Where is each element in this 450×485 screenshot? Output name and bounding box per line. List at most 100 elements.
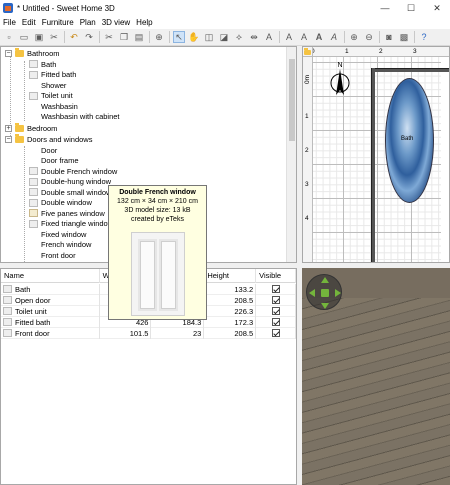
select-icon[interactable]: ↖ <box>173 31 185 43</box>
create-dimensions-icon[interactable]: ⇹ <box>248 31 260 43</box>
3d-navigation-control[interactable] <box>306 274 342 310</box>
table-row[interactable]: Front door 101.5 23 208.5 <box>1 328 297 339</box>
visible-checkbox[interactable] <box>271 318 280 326</box>
bath-label: Bath <box>401 136 414 142</box>
cell-height: 226.3 <box>204 306 257 317</box>
ruler-corner <box>303 47 313 57</box>
save-icon[interactable]: ▣ <box>33 31 45 43</box>
arrow-up-icon[interactable] <box>321 277 329 283</box>
catalog-item-washbasin[interactable]: Washbasin <box>29 101 78 112</box>
visible-checkbox[interactable] <box>271 296 280 304</box>
arrow-left-icon[interactable] <box>309 289 315 297</box>
visible-checkbox[interactable] <box>271 307 280 315</box>
bath-icon <box>29 60 38 69</box>
catalog-scrollbar[interactable] <box>286 47 296 262</box>
pan-icon[interactable]: ✋ <box>188 31 200 43</box>
toolbar-separator <box>414 31 415 43</box>
row-name: Open door <box>15 296 51 305</box>
menu-3d-view[interactable]: 3D view <box>102 18 130 27</box>
catalog-item-double-french-window[interactable]: Double French window <box>29 166 117 177</box>
copy-icon[interactable]: ❐ <box>118 31 130 43</box>
create-labels-icon[interactable]: A <box>263 31 275 43</box>
expand-icon[interactable]: + <box>5 124 12 132</box>
decrease-text-icon[interactable]: A <box>298 31 310 43</box>
catalog-item-front-door[interactable]: Front door <box>29 250 76 261</box>
catalog-item-fixed-window[interactable]: Fixed window <box>29 229 86 240</box>
column-header-visible[interactable]: Visible <box>256 269 297 283</box>
add-furniture-icon[interactable]: ⊕ <box>153 31 165 43</box>
wall[interactable] <box>374 68 449 72</box>
wall[interactable] <box>371 68 375 262</box>
undo-icon[interactable]: ↶ <box>68 31 80 43</box>
catalog-item-label: Washbasin <box>41 101 78 111</box>
door-icon <box>3 296 12 304</box>
cell-height: 208.5 <box>204 295 257 306</box>
catalog-category-doors-and-windows[interactable]: − Doors and windows <box>5 133 92 145</box>
catalog-item-washbasin-with-cabinet[interactable]: Washbasin with cabinet <box>29 112 120 123</box>
window-icon <box>29 198 38 207</box>
door-icon <box>29 146 38 154</box>
minimize-button[interactable]: — <box>372 0 398 16</box>
catalog-item-five-panes-window[interactable]: Five panes window <box>29 208 105 219</box>
help-icon[interactable]: ? <box>418 31 430 43</box>
catalog-item-double-window[interactable]: Double window <box>29 198 92 209</box>
arrow-right-icon[interactable] <box>335 289 341 297</box>
catalog-item-shower[interactable]: Shower <box>29 80 66 91</box>
menu-bar: File Edit Furniture Plan 3D view Help <box>0 16 450 29</box>
collapse-icon[interactable]: − <box>5 49 12 57</box>
catalog-item-label: Fitted bath <box>41 70 77 80</box>
door-icon <box>29 251 38 259</box>
cut-icon[interactable]: ✂ <box>103 31 115 43</box>
zoom-out-icon[interactable]: ⊖ <box>363 31 375 43</box>
cell-height: 208.5 <box>204 328 257 339</box>
column-header-height[interactable]: Height <box>204 269 257 283</box>
preferences-icon[interactable]: ✂ <box>48 31 60 43</box>
navigation-center[interactable] <box>321 289 329 297</box>
column-header-name[interactable]: Name <box>1 269 100 283</box>
maximize-button[interactable]: ☐ <box>398 0 424 16</box>
visible-checkbox[interactable] <box>271 329 280 337</box>
create-walls-icon[interactable]: ◫ <box>203 31 215 43</box>
arrow-down-icon[interactable] <box>321 303 329 309</box>
catalog-item-label: Double-hung window <box>41 177 112 187</box>
catalog-category-bathroom[interactable]: − Bathroom <box>5 47 60 59</box>
video-icon[interactable]: ▩ <box>398 31 410 43</box>
new-icon[interactable]: ▫ <box>3 31 15 43</box>
close-button[interactable]: ✕ <box>424 0 450 16</box>
collapse-icon[interactable]: − <box>5 135 12 143</box>
menu-file[interactable]: File <box>3 18 16 27</box>
catalog-item-double-hung-window[interactable]: Double-hung window <box>29 177 111 188</box>
plan-view[interactable]: 0 1 2 3 0m 1 2 3 4 N Bath <box>302 46 450 263</box>
create-rooms-icon[interactable]: ◪ <box>218 31 230 43</box>
catalog-item-fitted-bath[interactable]: Fitted bath <box>29 70 76 81</box>
visible-checkbox[interactable] <box>271 285 280 293</box>
photo-icon[interactable]: ◙ <box>383 31 395 43</box>
menu-plan[interactable]: Plan <box>80 18 96 27</box>
increase-text-icon[interactable]: A <box>283 31 295 43</box>
catalog-category-bedroom[interactable]: + Bedroom <box>5 122 57 134</box>
catalog-item-french-window[interactable]: French window <box>29 240 91 251</box>
create-polylines-icon[interactable]: ⟡ <box>233 31 245 43</box>
open-icon[interactable]: ▭ <box>18 31 30 43</box>
fitted-bath-icon <box>3 318 12 326</box>
menu-edit[interactable]: Edit <box>22 18 36 27</box>
catalog-item-label: Double small window <box>41 187 112 197</box>
redo-icon[interactable]: ↷ <box>83 31 95 43</box>
italic-icon[interactable]: A <box>328 31 340 43</box>
menu-help[interactable]: Help <box>136 18 152 27</box>
toolbar: ▫ ▭ ▣ ✂ ↶ ↷ ✂ ❐ ▤ ⊕ ↖ ✋ ◫ ◪ ⟡ ⇹ A A A A … <box>0 29 450 46</box>
paste-icon[interactable]: ▤ <box>133 31 145 43</box>
catalog-item-door-frame[interactable]: Door frame <box>29 156 79 167</box>
catalog-item-double-small-window[interactable]: Double small window <box>29 187 111 198</box>
catalog-item-fixed-triangle-window[interactable]: Fixed triangle window <box>29 219 113 230</box>
zoom-in-icon[interactable]: ⊕ <box>348 31 360 43</box>
folder-icon <box>304 48 311 55</box>
bold-icon[interactable]: A <box>313 31 325 43</box>
compass-icon[interactable]: N <box>329 59 351 101</box>
scrollbar-thumb[interactable] <box>289 59 295 141</box>
catalog-item-door[interactable]: Door <box>29 145 57 156</box>
shower-icon <box>29 81 38 89</box>
catalog-item-bath[interactable]: Bath <box>29 59 56 70</box>
menu-furniture[interactable]: Furniture <box>42 18 74 27</box>
catalog-item-toilet-unit[interactable]: Toilet unit <box>29 91 73 102</box>
